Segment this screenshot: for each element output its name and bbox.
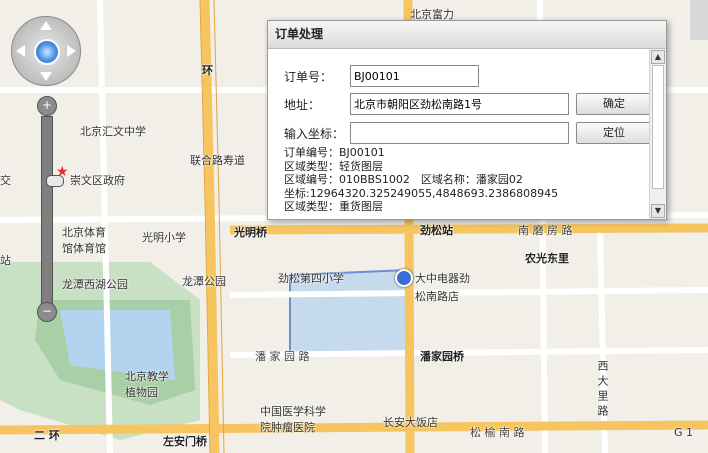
map-label: 左安门桥 <box>163 435 207 448</box>
order-dialog: 订单处理 订单号： 地址： 确定 输入坐标： 定位 订单编号：BJ00101 区… <box>267 20 667 220</box>
locate-button[interactable]: 定位 <box>576 122 649 144</box>
map-label: 松 榆 南 路 <box>470 426 525 439</box>
map-label: 劲松站 <box>420 224 453 237</box>
info-line: 坐标:12964320.325249055,4848693.2386808945 <box>284 186 559 200</box>
info-line: 区域编号：010BBS1002 区域名称：潘家园02 <box>284 173 523 186</box>
map-label: G 1 <box>674 426 694 439</box>
map-label: 站 <box>0 254 11 267</box>
order-info: 订单编号：BJ00101 区域类型：轻货图层 区域编号：010BBS1002 区… <box>284 146 558 214</box>
map-label: 馆体育馆 <box>62 242 106 255</box>
order-input[interactable] <box>350 65 479 87</box>
map-label: 农光东里 <box>525 252 569 265</box>
dialog-body: 订单号： 地址： 确定 输入坐标： 定位 订单编号：BJ00101 区域类型：轻… <box>268 49 649 219</box>
map-label: 交 <box>0 174 11 187</box>
map-label: 植物园 <box>125 386 158 399</box>
zoom-in-button[interactable]: + <box>37 96 57 116</box>
pan-control[interactable] <box>11 16 81 86</box>
info-line: 订单编号：BJ00101 <box>284 146 385 159</box>
map-label: 北京汇文中学 <box>80 125 146 138</box>
pan-center-icon[interactable] <box>34 39 60 65</box>
map-label: 劲松第四小学 <box>278 272 344 285</box>
zoom-control[interactable]: + − <box>34 96 64 322</box>
pan-down-icon[interactable] <box>40 72 52 81</box>
coord-label: 输入坐标： <box>284 127 345 141</box>
dialog-title: 订单处理 <box>268 21 666 49</box>
pan-up-icon[interactable] <box>40 21 52 30</box>
zoom-slider-track[interactable] <box>41 116 64 304</box>
map-label: 光明小学 <box>142 231 186 244</box>
map-label: 长安大饭店 <box>383 416 438 429</box>
scroll-down-icon[interactable]: ▼ <box>651 204 665 218</box>
order-label: 订单号： <box>284 70 333 84</box>
location-marker[interactable] <box>395 269 413 287</box>
map-label: 光明桥 <box>234 226 267 239</box>
zoom-slider-thumb[interactable] <box>46 175 64 187</box>
map-label: 崇文区政府 <box>70 174 125 187</box>
confirm-button[interactable]: 确定 <box>576 93 649 115</box>
address-label: 地址： <box>284 98 321 112</box>
pan-right-icon[interactable] <box>67 45 76 57</box>
map-label: 南 磨 房 路 <box>518 224 573 237</box>
coord-input[interactable] <box>350 122 569 144</box>
map-label: 二 环 <box>34 429 60 442</box>
map-label: 大中电器劲 <box>415 272 470 285</box>
map-label: 潘 家 园 路 <box>255 350 310 363</box>
info-line: 区域类型：重货图层 <box>284 200 383 213</box>
zoom-out-button[interactable]: − <box>37 302 57 322</box>
map-label: 中国医学科学 <box>260 405 326 418</box>
map-label: 环 <box>202 64 213 77</box>
map-label: 联合路寿道 <box>190 154 245 167</box>
order-row: 订单号： <box>284 65 644 87</box>
map-label: 潘家园桥 <box>420 350 464 363</box>
pan-left-icon[interactable] <box>16 45 25 57</box>
map-label: 院肿瘤医院 <box>260 421 315 434</box>
map-label: 北京教学 <box>125 370 169 383</box>
address-row: 地址： 确定 <box>284 93 649 115</box>
address-input[interactable] <box>350 93 569 115</box>
map-label: 西大里路 <box>596 360 609 420</box>
dialog-scrollbar[interactable]: ▲ ▼ <box>649 49 666 219</box>
map-label: 龙潭公园 <box>182 275 226 288</box>
scroll-up-icon[interactable]: ▲ <box>651 50 665 64</box>
coord-row: 输入坐标： 定位 <box>284 122 649 144</box>
map-label: 松南路店 <box>415 290 459 303</box>
scroll-thumb[interactable] <box>652 65 664 189</box>
info-line: 区域类型：轻货图层 <box>284 159 383 173</box>
map-label: 北京体育 <box>62 226 106 239</box>
map-label: 龙潭西湖公园 <box>62 278 128 291</box>
